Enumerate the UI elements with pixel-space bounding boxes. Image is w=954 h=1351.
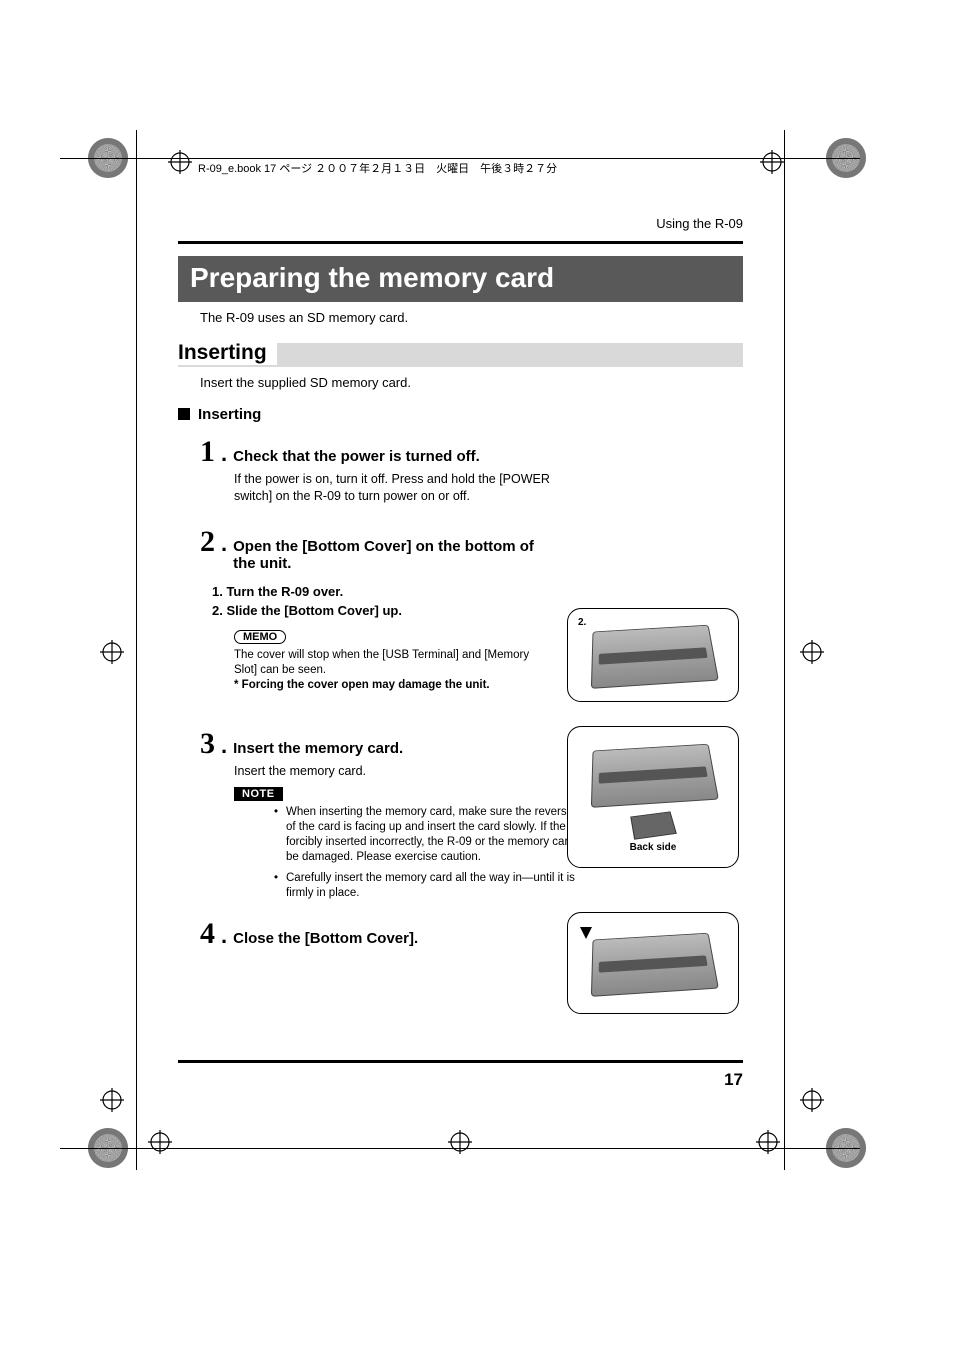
page-number: 17 xyxy=(178,1070,743,1090)
running-header: Using the R-09 xyxy=(178,216,743,231)
step-title: Insert the memory card. xyxy=(233,736,403,757)
registration-mark-icon xyxy=(760,150,784,174)
step-body: Insert the memory card. xyxy=(234,763,554,780)
registration-mark-icon xyxy=(800,1088,824,1112)
print-header: R-09_e.book 17 ページ ２００７年２月１３日 火曜日 午後３時２７… xyxy=(178,150,743,176)
device-illustration xyxy=(591,933,719,997)
figure-label: 2. xyxy=(578,617,586,628)
registration-mark-icon xyxy=(448,1130,472,1154)
subintro-text: Insert the supplied SD memory card. xyxy=(200,375,743,390)
device-illustration xyxy=(591,625,719,689)
memo-text: The cover will stop when the [USB Termin… xyxy=(234,649,529,676)
arrow-down-icon xyxy=(580,927,592,939)
step-number: 3 xyxy=(200,729,215,759)
registration-mark-icon xyxy=(100,1088,124,1112)
step-number: 2 xyxy=(200,527,215,557)
step-title: Open the [Bottom Cover] on the bottom of… xyxy=(233,534,553,572)
figure-close-cover xyxy=(567,912,739,1014)
rule xyxy=(178,241,743,244)
note-list: When inserting the memory card, make sur… xyxy=(234,805,604,901)
registration-mark-icon xyxy=(148,1130,172,1154)
figure-insert-card: Back side xyxy=(567,726,739,868)
bullet-heading: Inserting xyxy=(178,406,743,423)
note-item: When inserting the memory card, make sur… xyxy=(274,805,604,865)
step-title: Check that the power is turned off. xyxy=(233,444,480,465)
memo-tag: MEMO xyxy=(234,630,286,644)
note-item: Carefully insert the memory card all the… xyxy=(274,871,604,901)
bullet-heading-text: Inserting xyxy=(198,406,261,423)
subheading: Inserting xyxy=(178,343,743,367)
step-1: 1. Check that the power is turned off. I… xyxy=(200,437,743,505)
intro-text: The R-09 uses an SD memory card. xyxy=(200,310,743,325)
page-title: Preparing the memory card xyxy=(178,256,743,302)
memory-card-illustration xyxy=(630,811,677,839)
step-number: 1 xyxy=(200,437,215,467)
square-bullet-icon xyxy=(178,408,190,420)
registration-mark-icon xyxy=(800,640,824,664)
step-number: 4 xyxy=(200,919,215,949)
substep-1: 1. Turn the R-09 over. xyxy=(212,584,743,599)
note-tag: NOTE xyxy=(234,787,283,801)
memo-warning: * Forcing the cover open may damage the … xyxy=(234,679,490,691)
crop-line xyxy=(136,130,137,1170)
figure-caption: Back side xyxy=(630,842,677,853)
crop-line xyxy=(784,130,785,1170)
registration-mark-icon xyxy=(100,640,124,664)
device-illustration xyxy=(591,743,719,807)
rule xyxy=(178,1060,743,1063)
subheading-text: Inserting xyxy=(178,341,277,365)
figure-slide-cover: 2. xyxy=(567,608,739,702)
registration-mark-icon xyxy=(756,1130,780,1154)
memo-body: The cover will stop when the [USB Termin… xyxy=(234,648,554,693)
step-body: If the power is on, turn it off. Press a… xyxy=(234,471,554,505)
step-title: Close the [Bottom Cover]. xyxy=(233,926,418,947)
